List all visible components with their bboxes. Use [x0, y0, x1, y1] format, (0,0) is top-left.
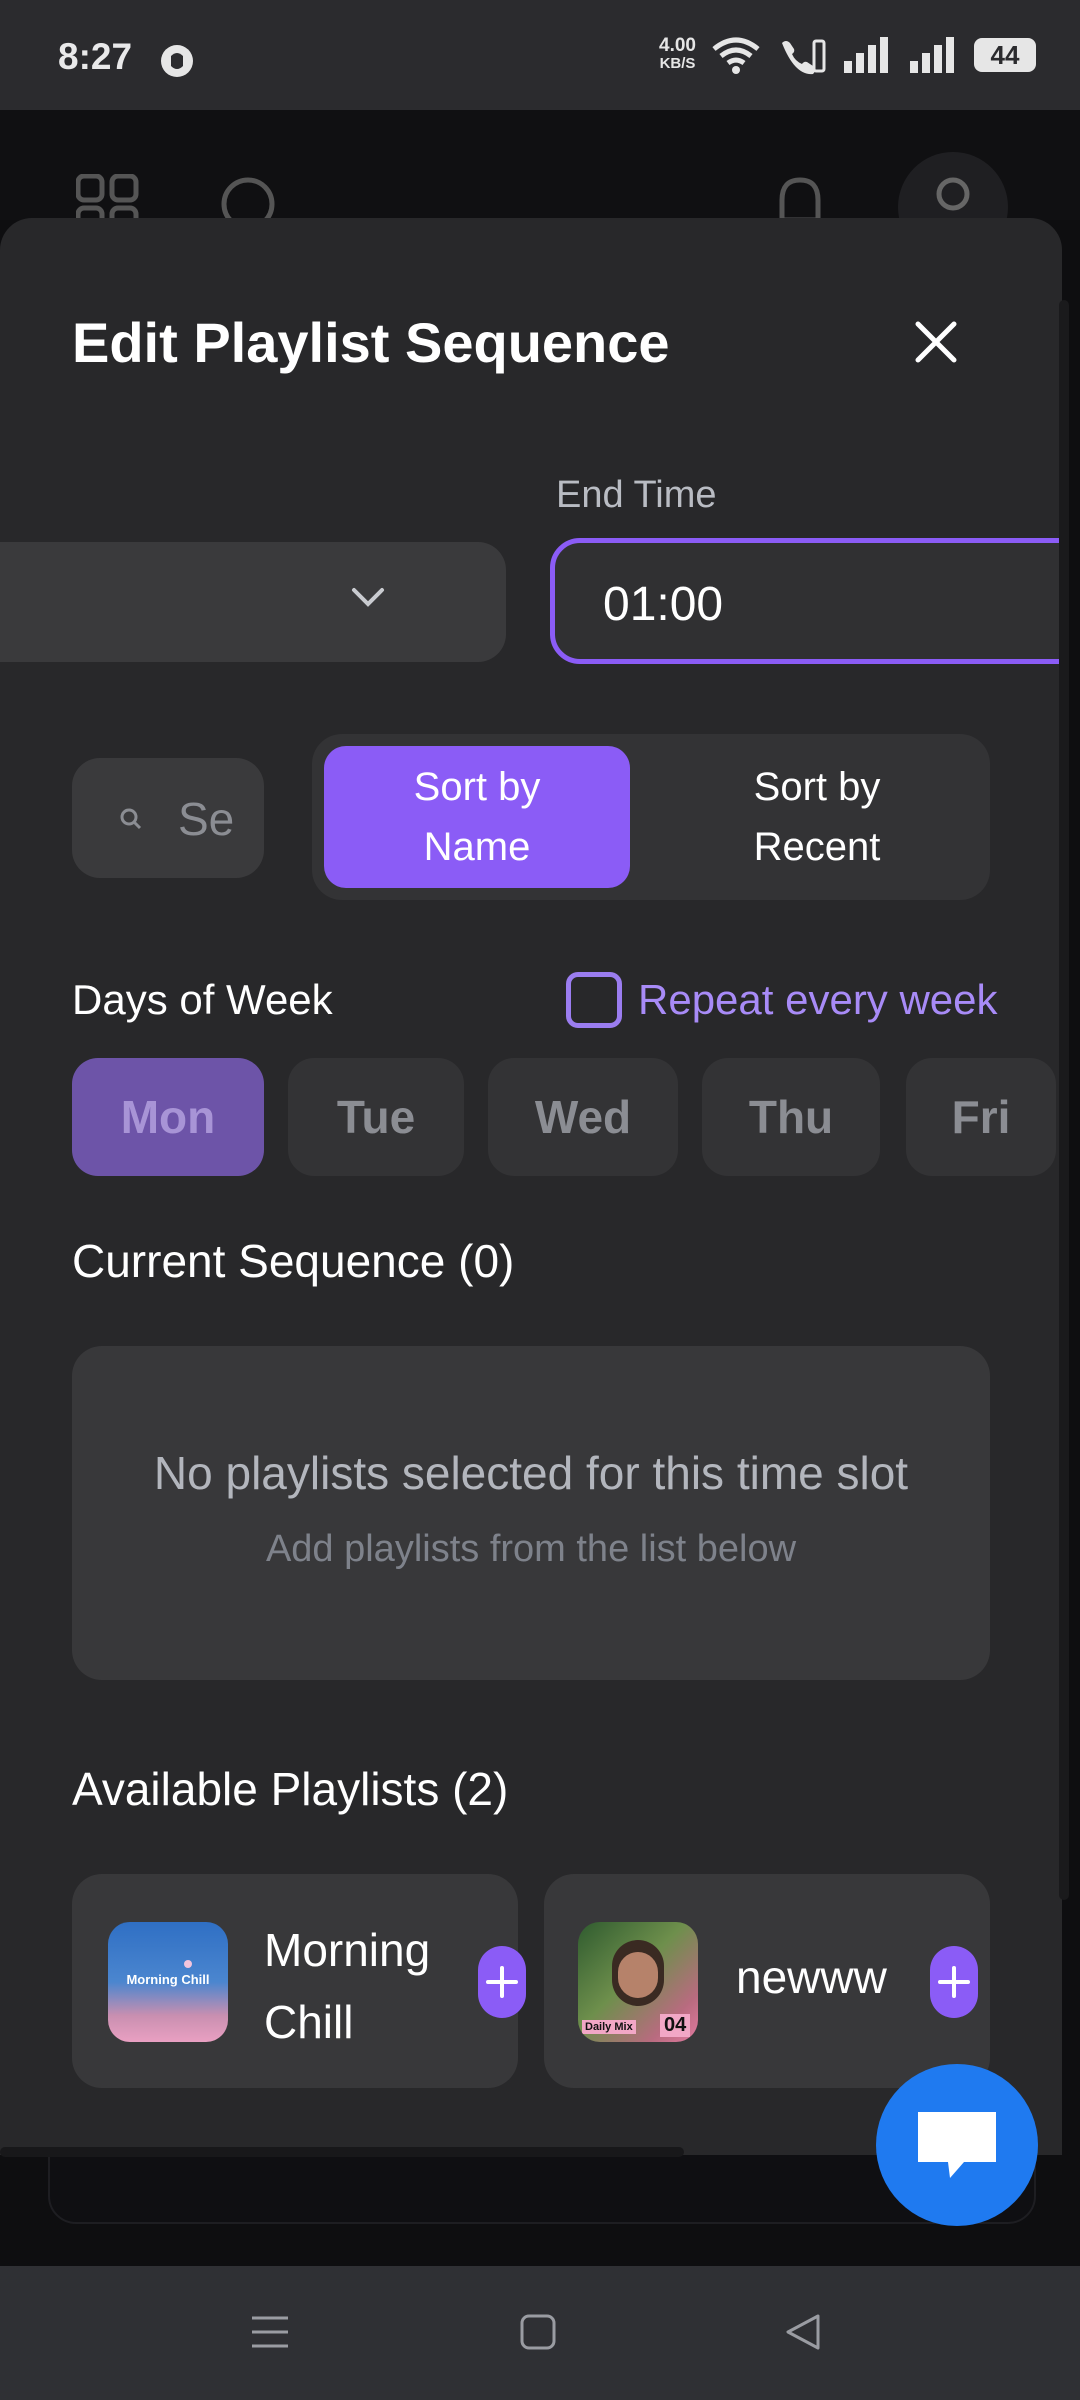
day-tue[interactable]: Tue: [288, 1058, 464, 1176]
sort-by-name-button[interactable]: Sort by Name: [324, 746, 630, 888]
end-time-label: End Time: [556, 474, 717, 516]
playlist-name: Morning Chill: [264, 1924, 431, 2048]
background-header: [0, 110, 1080, 262]
system-nav-bar: [0, 2266, 1080, 2400]
playlist-card[interactable]: Morning Chill Morning Chill: [72, 1874, 526, 2088]
search-small-icon: [120, 808, 142, 830]
vertical-scrollbar[interactable]: [1059, 300, 1069, 1900]
search-placeholder: Se: [178, 793, 235, 845]
repeat-checkbox[interactable]: [566, 972, 622, 1028]
end-time-input[interactable]: 01:00: [550, 538, 1062, 664]
battery-icon: 44: [974, 38, 1036, 72]
day-thu[interactable]: Thu: [702, 1058, 880, 1176]
days-of-week-label: Days of Week: [72, 976, 333, 1023]
search-input[interactable]: Se: [72, 758, 264, 878]
add-playlist-button[interactable]: [478, 1946, 526, 2018]
menu-icon[interactable]: [248, 2312, 292, 2352]
signal-icon-1: [844, 37, 888, 73]
call-signal-icon: [782, 39, 826, 75]
net-speed: 4.00 KB/S: [659, 35, 696, 72]
signal-icon-2: [910, 37, 954, 73]
chat-button[interactable]: [876, 2064, 1038, 2226]
empty-title: No playlists selected for this time slot: [153, 1447, 909, 1499]
day-mon[interactable]: Mon: [72, 1058, 264, 1176]
horizontal-scrollbar[interactable]: [0, 2147, 684, 2157]
start-time-dropdown[interactable]: [0, 542, 506, 662]
empty-subtitle: Add playlists from the list below: [265, 1528, 797, 1570]
chat-icon: [918, 2112, 996, 2178]
day-fri[interactable]: Fri: [906, 1058, 1056, 1176]
add-playlist-button[interactable]: [930, 1946, 978, 2018]
day-wed[interactable]: Wed: [488, 1058, 678, 1176]
playlist-name: newww: [736, 1951, 887, 2003]
plus-icon: [486, 1966, 518, 1998]
sort-by-recent-button[interactable]: Sort by Recent: [664, 746, 970, 888]
modal-title: Edit Playlist Sequence: [72, 311, 670, 374]
home-icon[interactable]: [518, 2310, 558, 2354]
empty-sequence-card: No playlists selected for this time slot…: [72, 1346, 990, 1680]
status-time: 8:27: [58, 36, 133, 77]
playlist-card[interactable]: Daily Mix 04 newww: [544, 1874, 990, 2088]
playlist-thumbnail: Daily Mix 04: [578, 1922, 698, 2042]
end-time-value: 01:00: [603, 578, 724, 631]
edit-playlist-modal: Edit Playlist Sequence End Time 01:00 Se…: [0, 218, 1062, 2155]
close-icon[interactable]: [912, 318, 960, 366]
repeat-label[interactable]: Repeat every week: [638, 976, 998, 1024]
chevron-down-icon: [352, 588, 384, 607]
available-playlists-title: Available Playlists (2): [72, 1763, 509, 1815]
app-notification-icon: [161, 45, 193, 77]
sort-toggle: Sort by Name Sort by Recent: [312, 734, 990, 900]
current-sequence-title: Current Sequence (0): [72, 1235, 515, 1287]
back-icon[interactable]: [782, 2310, 824, 2354]
status-bar: 8:27 4.00 KB/S 44: [0, 0, 1080, 110]
wifi-icon: [712, 37, 760, 74]
plus-icon: [938, 1966, 970, 1998]
playlist-thumbnail: Morning Chill: [108, 1922, 228, 2042]
